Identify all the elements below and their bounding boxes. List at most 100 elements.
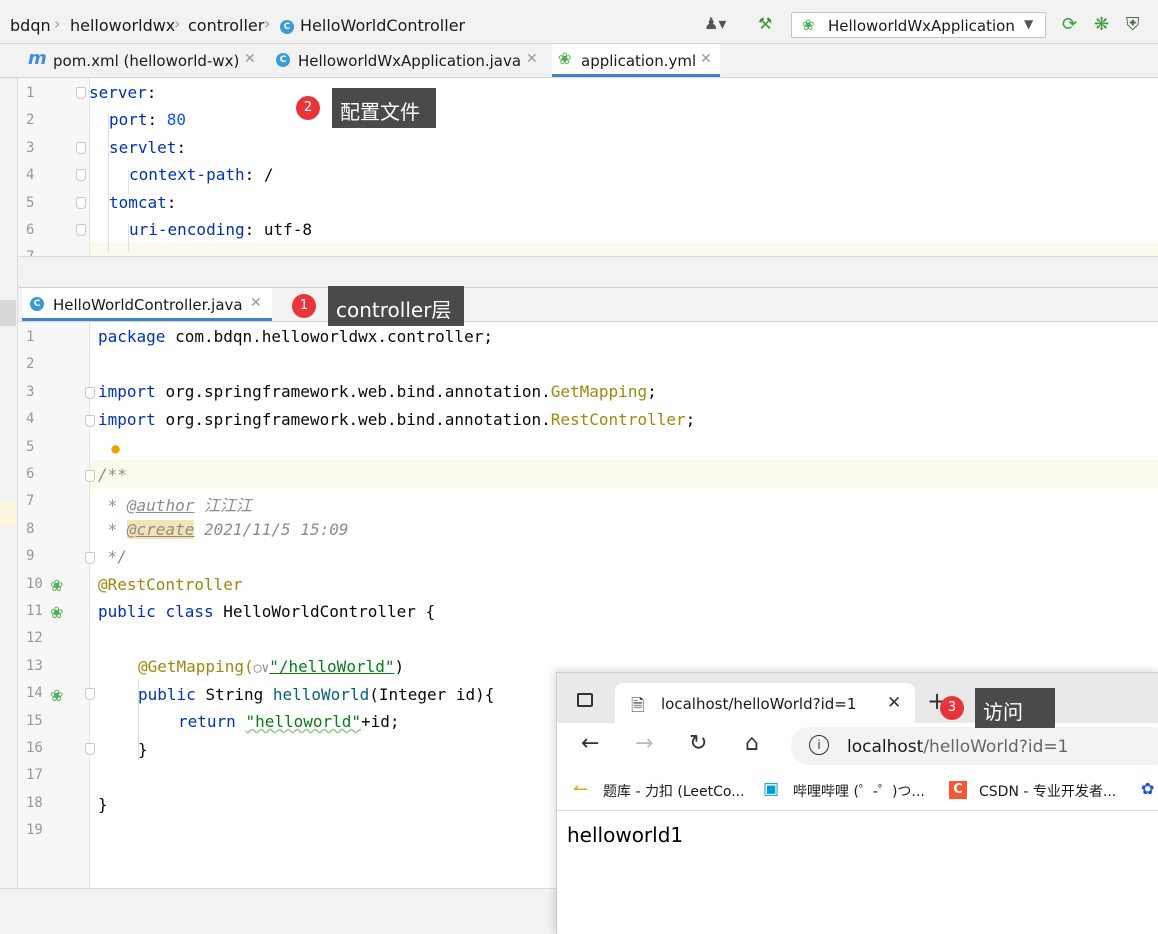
code-line: server: bbox=[89, 83, 157, 102]
breadcrumb-item-current[interactable]: C HelloWorldController bbox=[280, 16, 465, 35]
run-configuration-select[interactable]: ❀ HelloworldWxApplication ▼ bbox=[791, 12, 1046, 38]
page-content: helloworld1 bbox=[567, 823, 684, 847]
fold-marker-icon[interactable] bbox=[76, 224, 86, 236]
callout-label: 访问 bbox=[975, 688, 1055, 728]
fold-marker-icon[interactable] bbox=[85, 470, 95, 482]
tab-label: application.yml bbox=[581, 52, 697, 70]
breadcrumb-item[interactable]: bdqn bbox=[10, 16, 51, 35]
info-icon[interactable]: i bbox=[809, 735, 829, 755]
close-icon[interactable]: ✕ bbox=[526, 51, 538, 67]
line-number: 16 bbox=[26, 740, 43, 756]
line-number: 14 bbox=[26, 685, 43, 702]
tab-label: HelloworldWxApplication.java bbox=[298, 52, 522, 70]
close-icon[interactable]: ✕ bbox=[250, 295, 262, 311]
close-icon[interactable]: ✕ bbox=[700, 51, 712, 67]
callout-badge: 1 bbox=[292, 294, 316, 318]
indent-guide bbox=[108, 114, 109, 254]
build-hammer-icon[interactable]: ⚒ bbox=[758, 14, 772, 33]
line-number: 1 bbox=[26, 85, 35, 101]
class-icon: C bbox=[30, 294, 44, 312]
code-line: } bbox=[98, 795, 108, 814]
line-number: 13 bbox=[26, 657, 43, 674]
home-icon[interactable]: ⌂ bbox=[745, 731, 759, 756]
user-icon[interactable]: ♟▾ bbox=[704, 14, 726, 33]
current-line-highlight bbox=[18, 460, 1158, 488]
bookmark-item[interactable]: 题库 - 力扣 (LeetCo... bbox=[603, 781, 745, 801]
code-line: * @create 2021/11/5 15:09 bbox=[98, 520, 349, 539]
line-number: 2 bbox=[26, 112, 35, 128]
line-number: 2 bbox=[26, 356, 35, 373]
line-number: 18 bbox=[26, 794, 43, 811]
request-mapping-gutter-icon[interactable]: ❀ bbox=[50, 686, 63, 705]
rerun-icon[interactable]: ⟳ bbox=[1062, 14, 1077, 35]
chevron-right-icon: › bbox=[174, 14, 181, 33]
debug-bug-icon[interactable]: ❋ bbox=[1094, 14, 1109, 35]
coverage-icon[interactable]: ⛨ bbox=[1126, 14, 1140, 35]
line-number: 7 bbox=[26, 493, 35, 510]
code-line: tomcat: bbox=[109, 193, 177, 212]
close-icon[interactable]: ✕ bbox=[887, 693, 901, 713]
browser-toolbar: ← → ↻ ⌂ i localhost/helloWorld?id=1 bbox=[557, 723, 1158, 769]
fold-marker-icon[interactable] bbox=[76, 87, 86, 99]
tab-pom-xml[interactable]: m pom.xml (helloworld-wx) ✕ bbox=[22, 44, 262, 77]
fold-marker-icon[interactable] bbox=[85, 552, 95, 564]
tab-helloworld-controller[interactable]: C HelloWorldController.java ✕ bbox=[22, 288, 272, 321]
fold-marker-icon[interactable] bbox=[85, 743, 95, 755]
chevron-right-icon: › bbox=[54, 14, 61, 33]
scroll-marker bbox=[0, 300, 16, 326]
spring-bean-gutter-icon[interactable]: ❀ bbox=[50, 576, 63, 595]
code-line: public class HelloWorldController { bbox=[98, 602, 436, 621]
back-icon[interactable]: ← bbox=[581, 731, 599, 756]
fold-marker-icon[interactable] bbox=[85, 415, 95, 427]
code-line: context-path: / bbox=[129, 165, 274, 184]
yaml-editor[interactable]: 1 2 3 4 5 6 7 server: port: 80 servlet: … bbox=[0, 78, 1158, 256]
spring-boot-icon: ❀ bbox=[802, 16, 815, 34]
breadcrumb-item[interactable]: helloworldwx bbox=[70, 16, 175, 35]
leetcode-icon: ↼ bbox=[573, 779, 589, 800]
forward-icon[interactable]: → bbox=[635, 731, 653, 756]
line-number: 6 bbox=[26, 222, 35, 238]
code-line: package com.bdqn.helloworldwx.controller… bbox=[98, 327, 493, 346]
code-line: @GetMapping(◯∨"/helloWorld") bbox=[138, 657, 405, 676]
callout-badge: 2 bbox=[296, 96, 320, 120]
line-number: 6 bbox=[26, 466, 35, 482]
spring-bean-gutter-icon[interactable]: ❀ bbox=[50, 603, 63, 622]
tab-application-yml[interactable]: ❀ application.yml ✕ bbox=[552, 44, 720, 77]
browser-tab[interactable]: 🗎 localhost/helloWorld?id=1 ✕ bbox=[615, 683, 915, 723]
yaml-icon: ❀ bbox=[558, 49, 572, 68]
globe-icon: ◯∨ bbox=[253, 661, 270, 676]
line-number: 5 bbox=[26, 195, 35, 211]
line-number: 1 bbox=[26, 329, 35, 345]
refresh-icon[interactable]: ↻ bbox=[689, 731, 707, 756]
tab-application-java[interactable]: C HelloworldWxApplication.java ✕ bbox=[270, 44, 546, 77]
fold-marker-icon[interactable] bbox=[85, 688, 95, 700]
editor-tab-bar-top: m pom.xml (helloworld-wx) ✕ C Helloworld… bbox=[0, 44, 1158, 78]
run-configuration-label: HelloworldWxApplication bbox=[828, 17, 1015, 35]
class-icon: C bbox=[280, 19, 294, 34]
bookmark-item[interactable]: CSDN - 专业开发者... bbox=[979, 781, 1116, 801]
address-bar[interactable]: i localhost/helloWorld?id=1 bbox=[791, 727, 1158, 765]
code-line: import org.springframework.web.bind.anno… bbox=[98, 410, 696, 429]
editor-splitter[interactable] bbox=[0, 256, 1158, 288]
page-icon: 🗎 bbox=[631, 696, 645, 716]
left-tool-strip bbox=[0, 78, 18, 888]
callout-label: controller层 bbox=[328, 286, 464, 326]
code-line: /** bbox=[98, 465, 127, 484]
breadcrumb-label: HelloWorldController bbox=[300, 16, 466, 35]
tab-actions-icon[interactable] bbox=[577, 693, 593, 707]
browser-tab-strip: 🗎 localhost/helloWorld?id=1 ✕ + bbox=[557, 673, 1158, 723]
csdn-icon: C bbox=[949, 781, 967, 799]
close-icon[interactable]: ✕ bbox=[244, 51, 256, 67]
lightbulb-icon[interactable]: ⚫ bbox=[108, 440, 123, 461]
line-number: 4 bbox=[26, 167, 35, 183]
fold-marker-icon[interactable] bbox=[85, 387, 95, 399]
chevron-right-icon: › bbox=[264, 14, 271, 33]
fold-marker-icon[interactable] bbox=[76, 142, 86, 154]
code-line: port: 80 bbox=[109, 110, 187, 129]
fold-marker-icon[interactable] bbox=[76, 169, 86, 181]
line-number: 3 bbox=[26, 383, 35, 400]
fold-marker-icon[interactable] bbox=[76, 197, 86, 209]
breadcrumb-item[interactable]: controller bbox=[188, 16, 264, 35]
bookmark-item[interactable]: 哔哩哔哩 (゜-゜)つ... bbox=[793, 781, 925, 801]
browser-window: 🗎 localhost/helloWorld?id=1 ✕ + ← → ↻ ⌂ … bbox=[556, 672, 1158, 934]
